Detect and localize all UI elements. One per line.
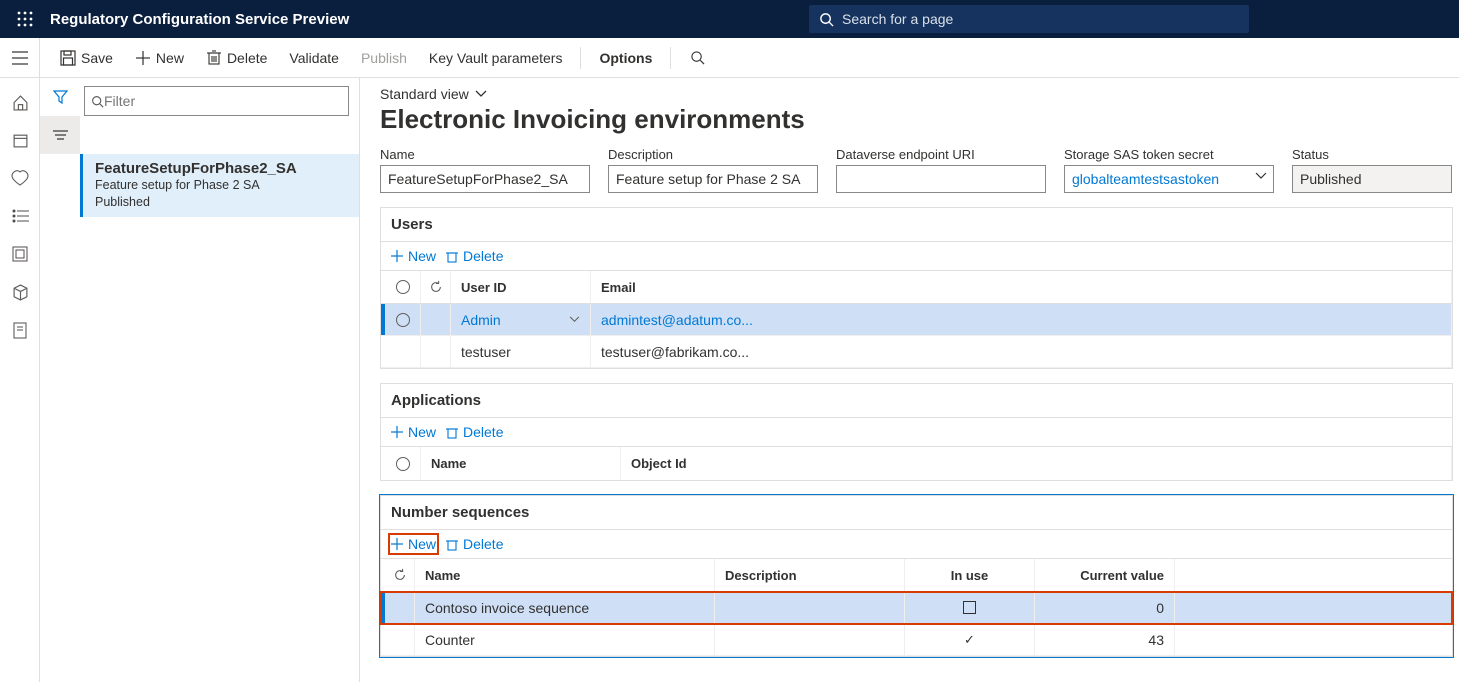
search-input[interactable]: Search for a page [809,5,1249,33]
page-title: Electronic Invoicing environments [380,104,1453,135]
apps-new-button[interactable]: New [391,424,436,440]
publish-button: Publish [351,44,417,72]
nav-toggle-button[interactable] [0,38,40,78]
col-seq-name[interactable]: Name [415,559,715,591]
nav-module3-icon[interactable] [0,312,40,348]
users-header: Users [381,208,1452,242]
save-button[interactable]: Save [50,44,123,72]
sort-icon[interactable] [40,116,80,154]
trash-icon [446,250,458,263]
list-item-title: FeatureSetupForPhase2_SA [95,160,347,177]
refresh-icon[interactable] [421,271,451,303]
name-label: Name [380,147,590,162]
nav-module1-icon[interactable] [0,236,40,272]
app-launcher-button[interactable] [10,11,40,27]
filter-input[interactable] [84,86,349,116]
key-vault-parameters-button[interactable]: Key Vault parameters [419,44,573,72]
plus-icon [135,50,151,66]
col-app-name[interactable]: Name [421,447,621,480]
col-seq-current[interactable]: Current value [1035,559,1175,591]
search-icon [689,50,705,66]
plus-icon [391,426,403,438]
col-email[interactable]: Email [591,271,1452,303]
trash-icon [446,426,458,439]
nav-home-icon[interactable] [0,84,40,120]
sas-label: Storage SAS token secret [1064,147,1274,162]
inuse-checkbox[interactable] [905,592,1035,623]
row-select-radio[interactable] [385,304,421,335]
col-seq-desc[interactable]: Description [715,559,905,591]
refresh-icon[interactable] [385,559,415,591]
app-title: Regulatory Configuration Service Preview [50,11,349,28]
inuse-checkbox [905,624,1035,655]
description-input[interactable]: Feature setup for Phase 2 SA [608,165,818,193]
table-row[interactable]: Admin admintest@adatum.co... [381,304,1452,336]
select-all-radio[interactable] [385,447,421,480]
users-new-button[interactable]: New [391,248,436,264]
search-placeholder: Search for a page [842,11,953,27]
nav-list-icon[interactable] [0,198,40,234]
delete-button[interactable]: Delete [196,44,277,72]
dataverse-input[interactable] [836,165,1046,193]
table-row[interactable]: Contoso invoice sequence 0 [381,592,1452,624]
view-selector[interactable]: Standard view [380,86,1453,102]
dataverse-label: Dataverse endpoint URI [836,147,1046,162]
plus-icon [391,250,403,262]
col-userid[interactable]: User ID [451,271,591,303]
chevron-down-icon[interactable] [569,316,580,323]
nav-favorites-icon[interactable] [0,160,40,196]
plus-icon [391,538,403,550]
chevron-down-icon [475,90,487,98]
numseq-delete-button[interactable]: Delete [446,536,503,552]
list-item-status: Published [95,194,347,211]
save-icon [60,50,76,66]
users-section: Users New Delete User ID Email [380,207,1453,369]
nav-rail [0,78,40,682]
list-item-subtitle: Feature setup for Phase 2 SA [95,177,347,194]
applications-section: Applications New Delete Name Object Id [380,383,1453,481]
filter-icon[interactable] [40,78,80,116]
table-row[interactable]: Counter 43 [381,624,1452,656]
chevron-down-icon [1255,172,1267,180]
status-field: Published [1292,165,1452,193]
find-button[interactable] [679,44,715,72]
status-label: Status [1292,147,1452,162]
table-row[interactable]: testuser testuser@fabrikam.co... [381,336,1452,368]
sas-dropdown[interactable]: globalteamtestsastoken [1064,165,1274,193]
environment-list-item[interactable]: FeatureSetupForPhase2_SA Feature setup f… [80,154,359,217]
number-sequences-section: Number sequences New Delete Name Descrip… [380,495,1453,657]
new-button[interactable]: New [125,44,194,72]
nav-module2-icon[interactable] [0,274,40,310]
options-button[interactable]: Options [589,44,662,72]
select-all-radio[interactable] [385,271,421,303]
apps-delete-button[interactable]: Delete [446,424,503,440]
col-object-id[interactable]: Object Id [621,447,1452,480]
trash-icon [206,50,222,66]
description-label: Description [608,147,818,162]
trash-icon [446,538,458,551]
applications-header: Applications [381,384,1452,418]
validate-button[interactable]: Validate [279,44,349,72]
number-sequences-header: Number sequences [381,496,1452,530]
users-delete-button[interactable]: Delete [446,248,503,264]
col-seq-inuse[interactable]: In use [905,559,1035,591]
name-input[interactable]: FeatureSetupForPhase2_SA [380,165,590,193]
nav-recent-icon[interactable] [0,122,40,158]
numseq-new-button[interactable]: New [391,536,436,552]
